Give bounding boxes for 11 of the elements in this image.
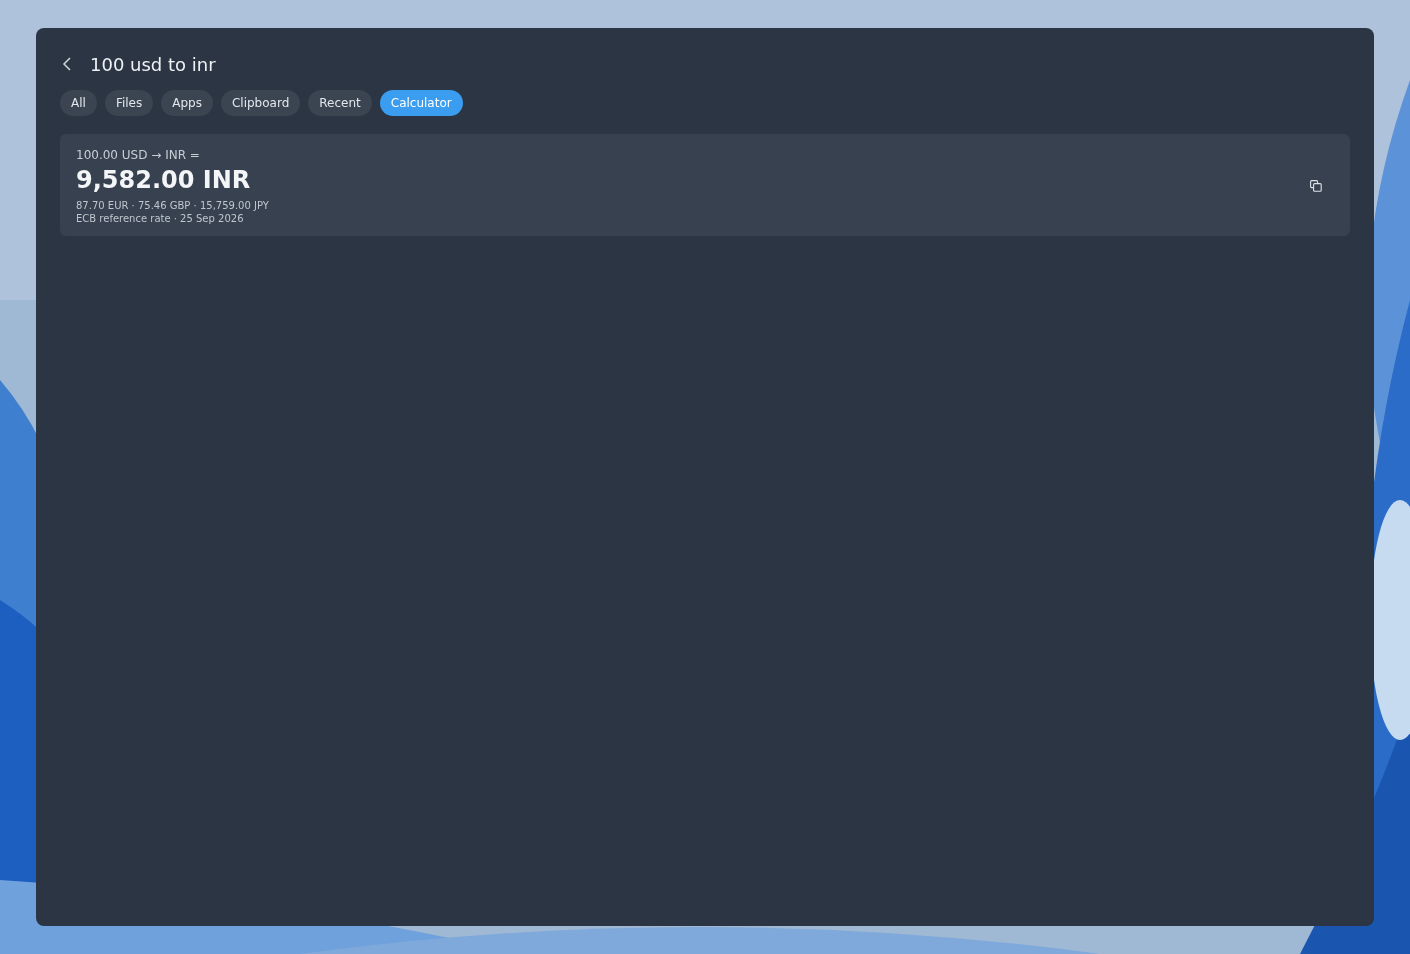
filter-tab[interactable]: Apps xyxy=(161,90,213,116)
other-currencies: 87.70 EUR · 75.46 GBP · 15,759.00 JPY xyxy=(76,200,270,211)
rate-source: ECB reference rate · 25 Sep 2026 xyxy=(76,213,245,224)
conversion-expression: 100.00 USD → INR = xyxy=(76,148,201,162)
search-field[interactable]: 100 usd to inr xyxy=(90,53,690,75)
conversion-result: 9,582.00 INR xyxy=(76,166,252,194)
copy-icon[interactable] xyxy=(1308,178,1324,194)
filter-tab[interactable]: Recent xyxy=(308,90,372,116)
filter-tab[interactable]: All xyxy=(60,90,97,116)
filter-tab[interactable]: Files xyxy=(104,90,154,116)
filter-tab[interactable]: Clipboard xyxy=(220,90,301,116)
